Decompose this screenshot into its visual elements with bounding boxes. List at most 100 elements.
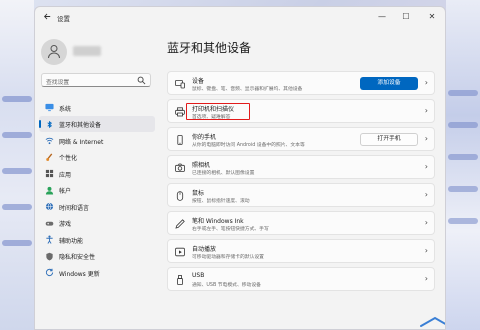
card-subtitle: 鼠标、键盘、笔、音频、显示器和扩展坞、其他设备 (192, 87, 303, 92)
minimize-button[interactable]: — (373, 10, 391, 24)
monitor-icon (45, 103, 54, 112)
wallpaper-stripe (448, 218, 478, 224)
card-cameras[interactable]: 照相机 已连接的相机、默认图像设置 › (167, 155, 435, 179)
card-mouse[interactable]: 鼠标 按钮、鼠标指针速度、滚动 › (167, 183, 435, 207)
sidebar-item-apps[interactable]: 应用 (39, 165, 155, 182)
wallpaper-stripe (2, 96, 32, 102)
card-autoplay[interactable]: 自动播放 可移动驱动器和存储卡的默认设置 › (167, 239, 435, 263)
sidebar-item-time-language[interactable]: 时间和语言 (39, 198, 155, 215)
card-subtitle: 通知、USB 节电模式、移动设备 (192, 283, 261, 288)
chevron-right-icon: › (424, 218, 428, 227)
sidebar-item-gaming[interactable]: 游戏 (39, 215, 155, 232)
annotation-highlight-box (186, 103, 250, 120)
wallpaper-stripe (2, 204, 32, 210)
sidebar-item-label: Windows 更新 (59, 270, 100, 278)
shield-icon (46, 252, 53, 260)
chevron-right-icon: › (424, 162, 428, 171)
sidebar-item-system[interactable]: 系统 (39, 99, 155, 116)
sidebar-item-windows-update[interactable]: Windows 更新 (39, 264, 155, 281)
card-subtitle: 从你的电脑即时访问 Android 设备中的照片、文本等 (192, 143, 305, 148)
bluetooth-icon (47, 120, 53, 128)
wallpaper-stripe (448, 122, 478, 128)
mouse-icon (176, 191, 184, 201)
sidebar-item-accessibility[interactable]: 辅助功能 (39, 231, 155, 248)
wifi-icon (45, 137, 54, 145)
camera-icon (175, 163, 185, 172)
card-title: 笔和 Windows Ink (192, 218, 244, 225)
chevron-right-icon: › (424, 246, 428, 255)
card-your-phone[interactable]: 你的手机 从你的电脑即时访问 Android 设备中的照片、文本等 打开手机 › (167, 127, 435, 151)
sidebar-item-label: 蓝牙和其他设备 (59, 122, 102, 129)
back-arrow-icon[interactable] (41, 12, 53, 24)
usb-icon (177, 275, 183, 285)
phone-icon (177, 135, 183, 145)
page-title: 蓝牙和其他设备 (167, 41, 252, 55)
chevron-right-icon: › (424, 274, 428, 283)
wallpaper-stripe (2, 132, 32, 138)
apps-icon (45, 169, 54, 178)
sidebar-item-label: 辅助功能 (59, 237, 84, 245)
brush-icon (46, 152, 53, 161)
card-title: USB (192, 272, 205, 279)
sidebar-item-label: 游戏 (59, 221, 72, 228)
window-title: 设置 (57, 15, 70, 23)
user-account[interactable] (39, 39, 155, 69)
autoplay-icon (175, 247, 185, 257)
sidebar-item-label: 系统 (59, 105, 72, 113)
wallpaper-stripe (2, 168, 32, 174)
card-printers-scanners[interactable]: 打印机和扫描仪 首选项、疑难解答 › (167, 99, 435, 123)
title-bar: 设置 — ☐ ✕ (35, 7, 445, 29)
sidebar-item-label: 隐私和安全性 (59, 254, 96, 261)
card-pen-windows-ink[interactable]: 笔和 Windows Ink 右手或左手、笔按钮快捷方式、手写 › (167, 211, 435, 235)
card-subtitle: 可移动驱动器和存储卡的默认设置 (192, 255, 264, 260)
close-button[interactable]: ✕ (423, 10, 441, 24)
maximize-button[interactable]: ☐ (397, 10, 415, 24)
sidebar: 查找设置 系统 蓝牙和其他设备 网络 & Internet 个性化 应用 帐户 … (35, 29, 157, 329)
sidebar-item-network[interactable]: 网络 & Internet (39, 132, 155, 149)
sidebar-item-bluetooth-devices[interactable]: 蓝牙和其他设备 (39, 115, 155, 132)
add-device-button[interactable]: 添加设备 (360, 77, 418, 90)
chevron-right-icon: › (424, 134, 428, 143)
pen-icon (175, 219, 185, 229)
person-icon (48, 45, 60, 59)
wallpaper-stripe (2, 240, 32, 246)
sidebar-item-label: 时间和语言 (59, 204, 90, 212)
devices-icon (175, 80, 185, 89)
printer-icon (175, 107, 185, 117)
accessibility-icon (46, 235, 53, 244)
person-icon (45, 186, 54, 195)
card-subtitle: 按钮、鼠标指针速度、滚动 (192, 199, 250, 204)
gamepad-icon (45, 221, 54, 226)
card-subtitle: 右手或左手、笔按钮快捷方式、手写 (192, 227, 269, 232)
wallpaper-stripe (448, 90, 478, 96)
wallpaper-stripe (448, 186, 478, 192)
card-title: 你的手机 (192, 134, 217, 141)
avatar (41, 39, 67, 65)
globe-clock-icon (45, 202, 54, 211)
watermark-logo (420, 316, 445, 327)
sidebar-item-personalization[interactable]: 个性化 (39, 149, 155, 166)
search-input[interactable]: 查找设置 (41, 73, 151, 87)
chevron-right-icon: › (424, 106, 428, 115)
update-icon (45, 268, 54, 277)
sidebar-item-label: 网络 & Internet (59, 138, 104, 146)
sidebar-item-label: 帐户 (59, 188, 72, 195)
sidebar-nav: 系统 蓝牙和其他设备 网络 & Internet 个性化 应用 帐户 时间和语言… (39, 99, 155, 281)
card-devices[interactable]: 设备 鼠标、键盘、笔、音频、显示器和扩展坞、其他设备 添加设备 › (167, 71, 435, 95)
open-phone-button[interactable]: 打开手机 (360, 133, 418, 146)
main-content: 蓝牙和其他设备 设备 鼠标、键盘、笔、音频、显示器和扩展坞、其他设备 添加设备 … (157, 29, 445, 329)
chevron-right-icon: › (424, 78, 428, 87)
search-icon (137, 76, 146, 85)
desktop-wallpaper-left (0, 0, 34, 330)
wallpaper-stripe (448, 154, 478, 160)
sidebar-item-privacy-security[interactable]: 隐私和安全性 (39, 248, 155, 265)
card-title: 照相机 (192, 162, 211, 169)
chevron-right-icon: › (424, 190, 428, 199)
card-usb[interactable]: USB 通知、USB 节电模式、移动设备 › (167, 267, 435, 291)
user-name-redacted (73, 46, 101, 56)
card-title: 自动播放 (192, 246, 217, 253)
card-title: 鼠标 (192, 190, 205, 197)
settings-window: 设置 — ☐ ✕ 查找设置 系统 蓝牙和其他设备 网络 & Internet 个… (34, 6, 446, 330)
sidebar-item-accounts[interactable]: 帐户 (39, 182, 155, 199)
sidebar-item-label: 应用 (59, 171, 72, 179)
